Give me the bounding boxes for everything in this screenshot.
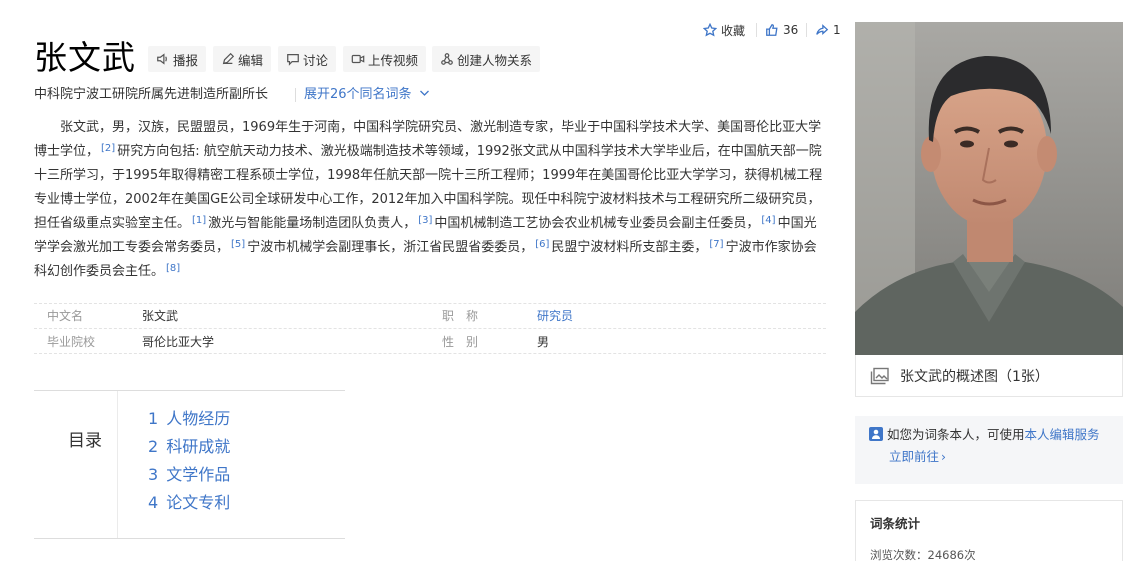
info-value-title-link[interactable]: 研究员 bbox=[537, 308, 573, 324]
citation-link[interactable]: [1] bbox=[190, 215, 208, 226]
create-relation-button[interactable]: 创建人物关系 bbox=[432, 46, 541, 72]
divider bbox=[806, 23, 807, 37]
play-button[interactable]: 播报 bbox=[148, 46, 207, 72]
upload-video-button[interactable]: 上传视频 bbox=[343, 46, 427, 72]
view-count: 浏览次数：24686次 bbox=[870, 548, 976, 561]
citation-link[interactable]: [7] bbox=[707, 239, 725, 250]
share-arrow-icon bbox=[816, 24, 829, 35]
discuss-button[interactable]: 讨论 bbox=[278, 46, 337, 72]
edit-button[interactable]: 编辑 bbox=[213, 46, 272, 72]
summary-text: 激光与智能能量场制造团队负责人， bbox=[208, 216, 417, 231]
portrait-illustration bbox=[855, 22, 1123, 355]
divider bbox=[117, 391, 118, 538]
expand-homonyms-label: 展开26个同名词条 bbox=[304, 87, 412, 102]
user-icon bbox=[869, 427, 883, 441]
chat-bubble-icon bbox=[287, 54, 299, 66]
page-title: 张文武 bbox=[34, 38, 136, 77]
entry-subtitle: 中科院宁波工研院所属先进制造所副所长 bbox=[34, 87, 269, 102]
discuss-label: 讨论 bbox=[303, 52, 329, 68]
expand-homonyms-link[interactable]: 展开26个同名词条 bbox=[304, 86, 430, 104]
toc-item-label: 论文专利 bbox=[166, 493, 231, 512]
share-button[interactable]: 1 bbox=[815, 20, 841, 40]
image-gallery-icon bbox=[870, 367, 889, 384]
chevron-right-icon: › bbox=[941, 449, 947, 464]
go-now-link[interactable]: 立即前往 › bbox=[889, 449, 946, 464]
toc-item-number: 4 bbox=[148, 493, 159, 512]
entry-stats: 词条统计 浏览次数：24686次 bbox=[855, 500, 1123, 561]
divider bbox=[34, 328, 826, 329]
citation-link[interactable]: [8] bbox=[164, 263, 182, 274]
citation-link[interactable]: [6] bbox=[533, 239, 551, 250]
info-label-chinese-name: 中文名 bbox=[47, 309, 84, 323]
photo-caption-button[interactable]: 张文武的概述图（1张） bbox=[855, 355, 1123, 397]
stats-title: 词条统计 bbox=[870, 516, 921, 531]
create-relation-label: 创建人物关系 bbox=[457, 52, 533, 68]
chevron-down-icon bbox=[419, 90, 429, 96]
upload-video-label: 上传视频 bbox=[368, 52, 419, 68]
summary-text: 民盟宁波材料所支部主委， bbox=[551, 240, 708, 255]
play-label: 播报 bbox=[173, 52, 199, 68]
toc-title: 目录 bbox=[68, 431, 102, 451]
share-count: 1 bbox=[833, 23, 841, 37]
video-camera-icon bbox=[351, 54, 365, 64]
divider bbox=[295, 88, 296, 102]
citation-link[interactable]: [4] bbox=[759, 215, 777, 226]
citation-link[interactable]: [2] bbox=[99, 143, 117, 154]
portrait-photo[interactable] bbox=[855, 22, 1123, 355]
info-label-alma-mater: 毕业院校 bbox=[47, 335, 96, 349]
info-label-title: 职 称 bbox=[442, 309, 479, 323]
like-button[interactable]: 36 bbox=[765, 20, 798, 40]
summary-paragraph: 张文武，男，汉族，民盟盟员，1969年生于河南，中国科学院研究员、激光制造专家，… bbox=[34, 116, 829, 284]
divider bbox=[756, 23, 757, 37]
thumbs-up-icon bbox=[766, 24, 778, 36]
info-value-alma-mater: 哥伦比亚大学 bbox=[142, 335, 215, 349]
info-value-chinese-name: 张文武 bbox=[142, 309, 179, 323]
toc-item-label: 人物经历 bbox=[166, 409, 231, 428]
like-count: 36 bbox=[783, 23, 799, 37]
photo-caption-label: 张文武的概述图（1张） bbox=[900, 368, 1049, 385]
summary-text: 中国机械制造工艺协会农业机械专业委员会副主任委员， bbox=[434, 216, 760, 231]
relation-network-icon bbox=[441, 53, 453, 65]
toc-item[interactable]: 3 文学作品 bbox=[148, 465, 230, 485]
summary-text: 宁波市机械学会副理事长，浙江省民盟省委委员， bbox=[247, 240, 534, 255]
favorite-label: 收藏 bbox=[721, 23, 746, 38]
edit-label: 编辑 bbox=[238, 52, 264, 68]
notice-text: 如您为词条本人，可使用 bbox=[887, 427, 1025, 442]
toc-item-number: 3 bbox=[148, 465, 159, 484]
pencil-icon bbox=[222, 52, 235, 65]
toc-item-label: 文学作品 bbox=[166, 465, 231, 484]
speaker-icon bbox=[157, 53, 167, 65]
divider bbox=[34, 303, 826, 304]
self-edit-notice: 如您为词条本人，可使用本人编辑服务 立即前往 › bbox=[855, 416, 1123, 484]
divider bbox=[34, 353, 826, 354]
info-value-gender: 男 bbox=[537, 335, 550, 349]
toc-item[interactable]: 1 人物经历 bbox=[148, 409, 230, 429]
info-label-gender: 性 别 bbox=[442, 335, 479, 349]
citation-link[interactable]: [5] bbox=[229, 239, 247, 250]
favorite-button[interactable]: 收藏 bbox=[703, 20, 745, 40]
toc-item[interactable]: 4 论文专利 bbox=[148, 493, 230, 513]
citation-link[interactable]: [3] bbox=[416, 215, 434, 226]
toc-item-number: 2 bbox=[148, 437, 159, 456]
go-now-label: 立即前往 bbox=[889, 449, 940, 464]
toc-item-label: 科研成就 bbox=[166, 437, 231, 456]
toc-item[interactable]: 2 科研成就 bbox=[148, 437, 230, 457]
star-icon bbox=[703, 23, 717, 37]
self-edit-service-link[interactable]: 本人编辑服务 bbox=[1025, 427, 1100, 442]
toc-item-number: 1 bbox=[148, 409, 159, 428]
